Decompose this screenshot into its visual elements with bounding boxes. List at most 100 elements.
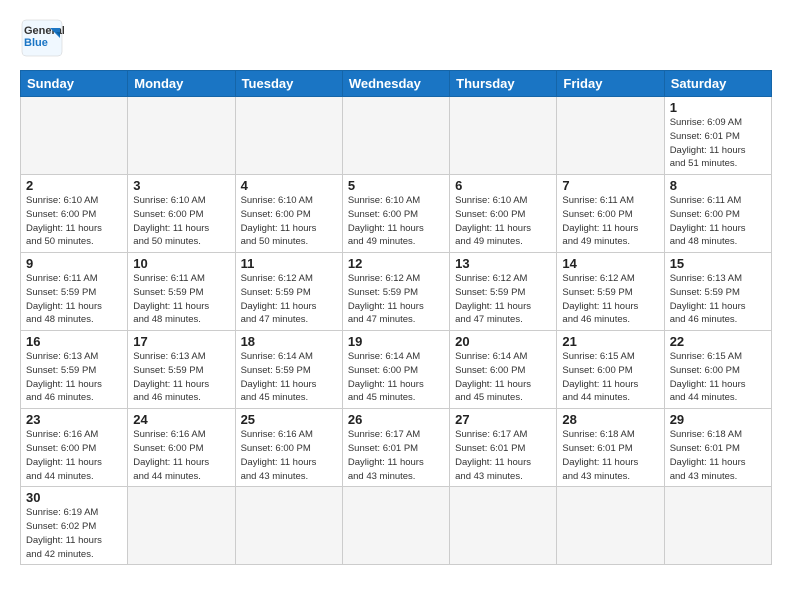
day-cell: 10Sunrise: 6:11 AM Sunset: 5:59 PM Dayli…	[128, 253, 235, 331]
day-info: Sunrise: 6:13 AM Sunset: 5:59 PM Dayligh…	[670, 272, 766, 327]
day-cell: 23Sunrise: 6:16 AM Sunset: 6:00 PM Dayli…	[21, 409, 128, 487]
day-number: 5	[348, 178, 444, 193]
day-number: 19	[348, 334, 444, 349]
day-info: Sunrise: 6:14 AM Sunset: 5:59 PM Dayligh…	[241, 350, 337, 405]
day-cell: 20Sunrise: 6:14 AM Sunset: 6:00 PM Dayli…	[450, 331, 557, 409]
day-info: Sunrise: 6:15 AM Sunset: 6:00 PM Dayligh…	[562, 350, 658, 405]
day-cell: 17Sunrise: 6:13 AM Sunset: 5:59 PM Dayli…	[128, 331, 235, 409]
day-info: Sunrise: 6:10 AM Sunset: 6:00 PM Dayligh…	[348, 194, 444, 249]
day-cell: 3Sunrise: 6:10 AM Sunset: 6:00 PM Daylig…	[128, 175, 235, 253]
day-number: 23	[26, 412, 122, 427]
day-info: Sunrise: 6:09 AM Sunset: 6:01 PM Dayligh…	[670, 116, 766, 171]
day-info: Sunrise: 6:16 AM Sunset: 6:00 PM Dayligh…	[133, 428, 229, 483]
day-number: 12	[348, 256, 444, 271]
day-info: Sunrise: 6:11 AM Sunset: 5:59 PM Dayligh…	[26, 272, 122, 327]
day-cell: 30Sunrise: 6:19 AM Sunset: 6:02 PM Dayli…	[21, 487, 128, 565]
day-info: Sunrise: 6:18 AM Sunset: 6:01 PM Dayligh…	[670, 428, 766, 483]
week-row-5: 23 Sunrise: 6:16 AM Sunset: 6:00 PM Dayli…	[21, 409, 772, 487]
day-number: 8	[670, 178, 766, 193]
week-row-6: 30Sunrise: 6:19 AM Sunset: 6:02 PM Dayli…	[21, 487, 772, 565]
day-cell	[21, 97, 128, 175]
day-cell	[450, 97, 557, 175]
day-number: 25	[241, 412, 337, 427]
day-cell: 28Sunrise: 6:18 AM Sunset: 6:01 PM Dayli…	[557, 409, 664, 487]
week-row-3: 9Sunrise: 6:11 AM Sunset: 5:59 PM Daylig…	[21, 253, 772, 331]
day-cell	[450, 487, 557, 565]
day-info: Sunrise: 6:17 AM Sunset: 6:01 PM Dayligh…	[348, 428, 444, 483]
day-cell	[235, 487, 342, 565]
day-info: Sunrise: 6:18 AM Sunset: 6:01 PM Dayligh…	[562, 428, 658, 483]
weekday-tuesday: Tuesday	[235, 71, 342, 97]
day-info: Sunrise: 6:10 AM Sunset: 6:00 PM Dayligh…	[133, 194, 229, 249]
day-cell: 7Sunrise: 6:11 AM Sunset: 6:00 PM Daylig…	[557, 175, 664, 253]
day-cell: 22Sunrise: 6:15 AM Sunset: 6:00 PM Dayli…	[664, 331, 771, 409]
day-number: 13	[455, 256, 551, 271]
day-cell: 4Sunrise: 6:10 AM Sunset: 6:00 PM Daylig…	[235, 175, 342, 253]
day-info: Sunrise: 6:12 AM Sunset: 5:59 PM Dayligh…	[562, 272, 658, 327]
day-cell	[557, 97, 664, 175]
day-number: 10	[133, 256, 229, 271]
day-number: 9	[26, 256, 122, 271]
day-cell	[342, 487, 449, 565]
day-number: 20	[455, 334, 551, 349]
day-cell: 24Sunrise: 6:16 AM Sunset: 6:00 PM Dayli…	[128, 409, 235, 487]
day-cell: 2Sunrise: 6:10 AM Sunset: 6:00 PM Daylig…	[21, 175, 128, 253]
weekday-row: SundayMondayTuesdayWednesdayThursdayFrid…	[21, 71, 772, 97]
day-number: 1	[670, 100, 766, 115]
header: General Blue	[20, 18, 772, 58]
day-number: 14	[562, 256, 658, 271]
weekday-monday: Monday	[128, 71, 235, 97]
day-cell: 11Sunrise: 6:12 AM Sunset: 5:59 PM Dayli…	[235, 253, 342, 331]
day-info: Sunrise: 6:12 AM Sunset: 5:59 PM Dayligh…	[455, 272, 551, 327]
day-info: Sunrise: 6:12 AM Sunset: 5:59 PM Dayligh…	[348, 272, 444, 327]
calendar-body: 1Sunrise: 6:09 AM Sunset: 6:01 PM Daylig…	[21, 97, 772, 565]
day-number: 2	[26, 178, 122, 193]
day-cell	[235, 97, 342, 175]
day-number: 11	[241, 256, 337, 271]
day-cell: 29Sunrise: 6:18 AM Sunset: 6:01 PM Dayli…	[664, 409, 771, 487]
week-row-2: 2Sunrise: 6:10 AM Sunset: 6:00 PM Daylig…	[21, 175, 772, 253]
day-number: 4	[241, 178, 337, 193]
day-number: 17	[133, 334, 229, 349]
day-number: 6	[455, 178, 551, 193]
day-number: 21	[562, 334, 658, 349]
day-cell: 27Sunrise: 6:17 AM Sunset: 6:01 PM Dayli…	[450, 409, 557, 487]
weekday-sunday: Sunday	[21, 71, 128, 97]
day-info: Sunrise: 6:19 AM Sunset: 6:02 PM Dayligh…	[26, 506, 122, 561]
week-row-1: 1Sunrise: 6:09 AM Sunset: 6:01 PM Daylig…	[21, 97, 772, 175]
day-number: 28	[562, 412, 658, 427]
day-info: Sunrise: 6:10 AM Sunset: 6:00 PM Dayligh…	[241, 194, 337, 249]
day-number: 24	[133, 412, 229, 427]
day-cell	[128, 97, 235, 175]
day-number: 30	[26, 490, 122, 505]
day-cell: 19Sunrise: 6:14 AM Sunset: 6:00 PM Dayli…	[342, 331, 449, 409]
weekday-wednesday: Wednesday	[342, 71, 449, 97]
day-cell: 5Sunrise: 6:10 AM Sunset: 6:00 PM Daylig…	[342, 175, 449, 253]
day-info: Sunrise: 6:11 AM Sunset: 5:59 PM Dayligh…	[133, 272, 229, 327]
day-info: Sunrise: 6:10 AM Sunset: 6:00 PM Dayligh…	[26, 194, 122, 249]
day-cell: 13Sunrise: 6:12 AM Sunset: 5:59 PM Dayli…	[450, 253, 557, 331]
day-cell: 14Sunrise: 6:12 AM Sunset: 5:59 PM Dayli…	[557, 253, 664, 331]
day-info: Sunrise: 6:14 AM Sunset: 6:00 PM Dayligh…	[348, 350, 444, 405]
day-cell	[128, 487, 235, 565]
day-cell	[557, 487, 664, 565]
day-cell	[342, 97, 449, 175]
page: General Blue SundayMondayTuesdayWednesda…	[0, 0, 792, 575]
day-cell: 25Sunrise: 6:16 AM Sunset: 6:00 PM Dayli…	[235, 409, 342, 487]
day-info: Sunrise: 6:10 AM Sunset: 6:00 PM Dayligh…	[455, 194, 551, 249]
day-info: Sunrise: 6:17 AM Sunset: 6:01 PM Dayligh…	[455, 428, 551, 483]
day-number: 7	[562, 178, 658, 193]
logo-svg: General Blue	[20, 18, 64, 58]
day-number: 22	[670, 334, 766, 349]
svg-text:Blue: Blue	[24, 37, 48, 49]
day-cell: 16Sunrise: 6:13 AM Sunset: 5:59 PM Dayli…	[21, 331, 128, 409]
weekday-thursday: Thursday	[450, 71, 557, 97]
day-info: Sunrise: 6:11 AM Sunset: 6:00 PM Dayligh…	[670, 194, 766, 249]
day-number: 27	[455, 412, 551, 427]
day-info: Sunrise: 6:11 AM Sunset: 6:00 PM Dayligh…	[562, 194, 658, 249]
calendar-table: SundayMondayTuesdayWednesdayThursdayFrid…	[20, 70, 772, 565]
weekday-saturday: Saturday	[664, 71, 771, 97]
day-cell: 8Sunrise: 6:11 AM Sunset: 6:00 PM Daylig…	[664, 175, 771, 253]
day-info: Sunrise: 6:13 AM Sunset: 5:59 PM Dayligh…	[26, 350, 122, 405]
logo: General Blue	[20, 18, 64, 58]
